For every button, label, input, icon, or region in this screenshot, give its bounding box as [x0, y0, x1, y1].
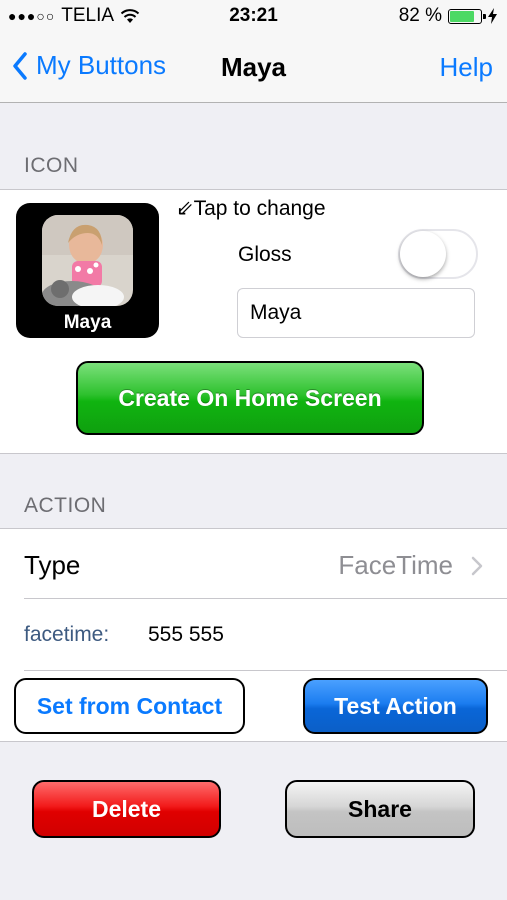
type-value: FaceTime [338, 550, 453, 580]
test-action-button[interactable]: Test Action [303, 678, 488, 734]
battery-fill [450, 10, 475, 22]
facetime-field-value[interactable]: 555 555 [148, 623, 224, 647]
icon-name-input[interactable] [237, 288, 475, 338]
icon-section-header: ICON [24, 154, 79, 177]
tap-to-change-hint[interactable]: ⇙Tap to change [176, 196, 326, 221]
gloss-label: Gloss [238, 243, 292, 266]
status-right: 82 % [399, 5, 497, 27]
facetime-field-label: facetime: [24, 623, 110, 646]
icon-label: Maya [63, 312, 112, 333]
share-button[interactable]: Share [285, 780, 475, 838]
gloss-toggle[interactable] [398, 229, 478, 279]
cell-separator [24, 598, 507, 599]
charging-bolt-icon [488, 8, 497, 24]
type-label: Type [24, 550, 81, 580]
page-title: Maya [220, 52, 287, 82]
icon-photo [42, 215, 133, 306]
create-on-home-screen-button[interactable]: Create On Home Screen [76, 361, 424, 435]
set-from-contact-button[interactable]: Set from Contact [14, 678, 245, 734]
chevron-right-icon [471, 556, 483, 576]
battery-percent: 82 % [398, 5, 442, 26]
help-button[interactable]: Help [440, 52, 493, 83]
cell-separator [24, 670, 507, 671]
battery-icon [448, 8, 486, 24]
action-section-header: ACTION [24, 494, 107, 517]
delete-button[interactable]: Delete [32, 780, 221, 838]
toggle-knob [400, 231, 446, 277]
